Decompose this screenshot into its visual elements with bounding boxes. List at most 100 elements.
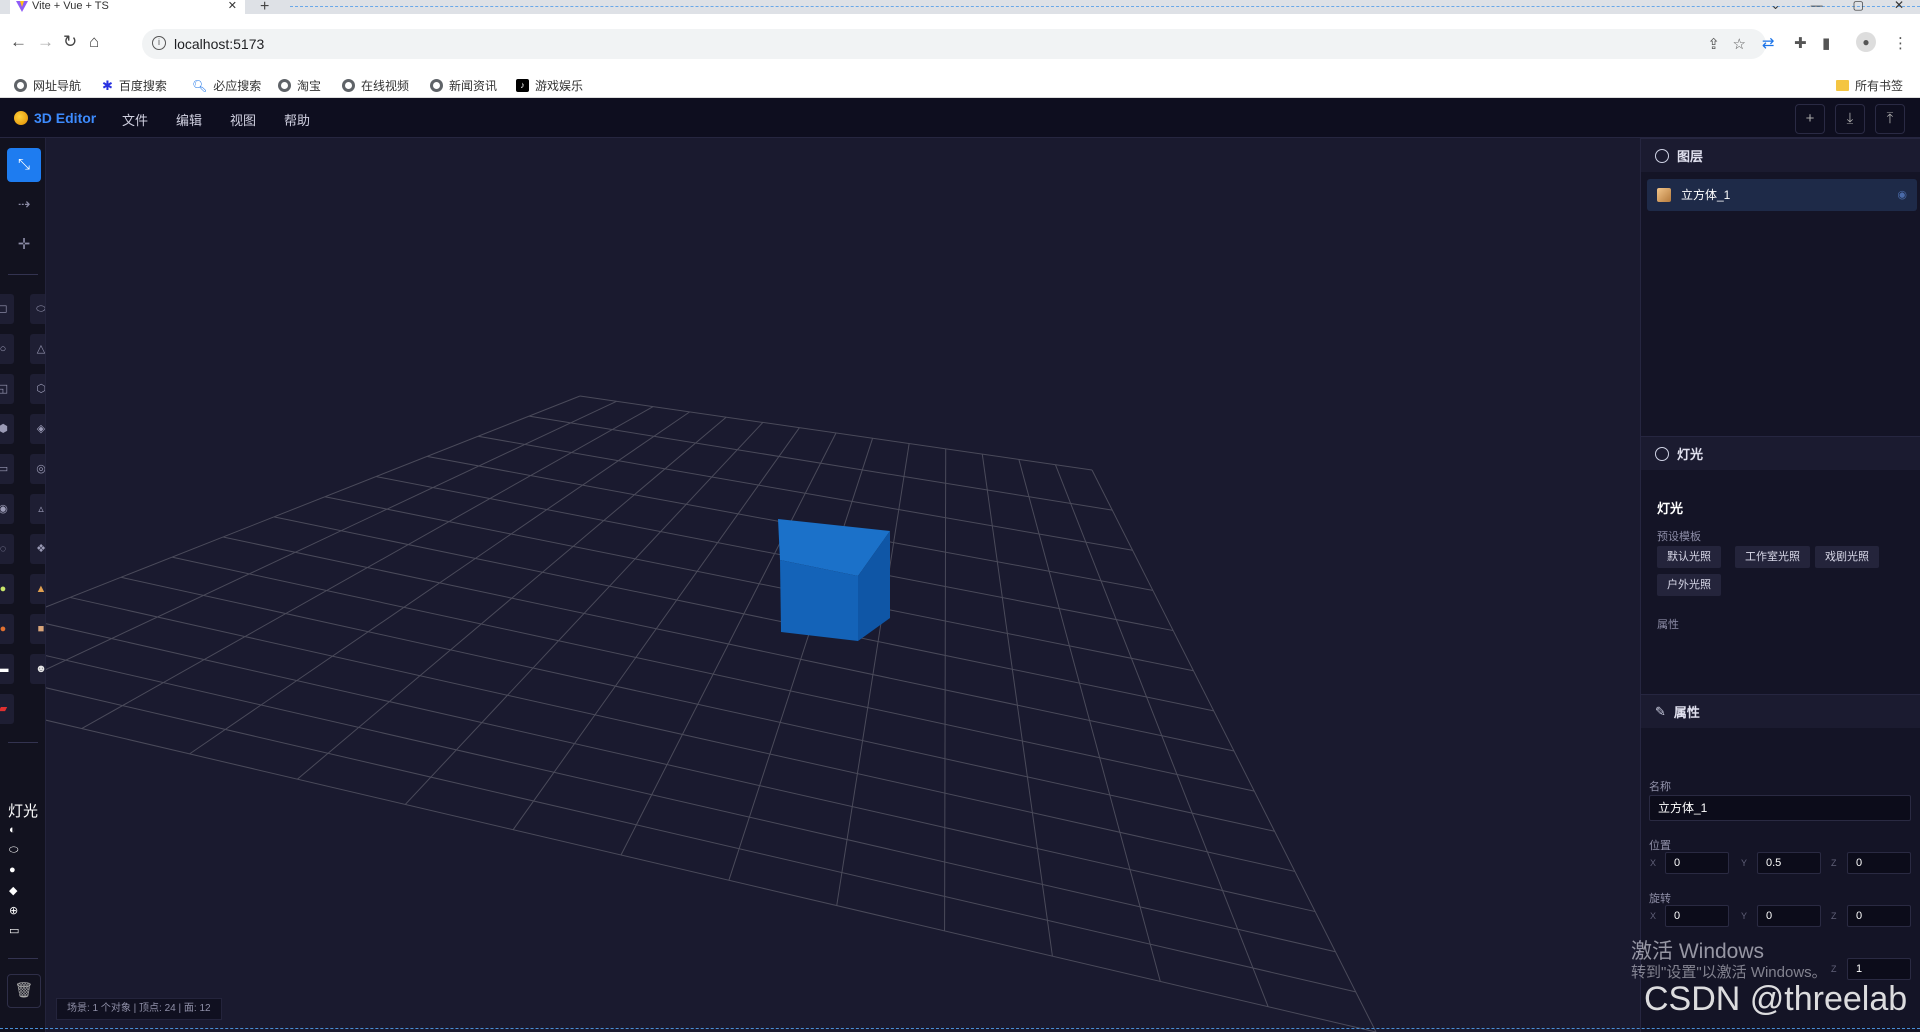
tab-title: Vite + Vue + TS [32,0,109,12]
scene-canvas[interactable] [46,138,1640,1032]
tetrahedron-geometry-icon[interactable]: ▵ [30,494,45,524]
bookmark-item[interactable]: 网址导航 [14,77,81,94]
model-5-icon[interactable]: ▬ [0,654,14,684]
activate-windows-hint: 转到"设置"以激活 Windows。 [1631,964,1827,981]
name-field[interactable]: 立方体_1 [1649,795,1911,821]
visibility-eye-icon[interactable]: ◉ [1897,179,1907,211]
model-1-icon[interactable]: ● [0,574,14,604]
point-light-icon[interactable]: ● [9,864,16,876]
cone-geometry-icon[interactable]: △ [30,334,45,364]
csdn-watermark: CSDN @threelab [1644,980,1908,1018]
info-icon[interactable]: i [152,36,166,50]
preset-studio-button[interactable]: 工作室光照 [1735,546,1810,568]
bookmark-item[interactable]: ✱ 百度搜索 [102,77,167,94]
layer-item[interactable]: 立方体_1 ◉ [1647,179,1917,211]
bookmark-item[interactable]: 淘宝 [278,77,321,94]
menu-file[interactable]: 文件 [122,110,148,129]
browser-tab[interactable]: Vite + Vue + TS ✕ [10,0,245,14]
grid-line [222,536,1235,752]
bookmark-star-icon[interactable]: ☆ [1733,35,1746,53]
select-tool-icon[interactable]: ⤡ [7,148,41,182]
menu-kebab-icon[interactable]: ⋮ [1893,34,1908,52]
grid-line [1091,469,1377,1032]
bookmark-item[interactable]: 新闻资讯 [430,77,497,94]
sphere-geometry-icon[interactable]: ○ [0,334,14,364]
position-y-field[interactable]: 0.5 [1757,852,1821,874]
grid-line [981,454,1053,957]
scale-tool-icon[interactable]: ✛ [7,228,41,262]
octahedron-geometry-icon[interactable]: ◈ [30,414,45,444]
model-6-icon[interactable]: ☻ [30,654,45,684]
bookmark-item[interactable]: 在线视频 [342,77,409,94]
preset-outdoor-button[interactable]: 户外光照 [1657,574,1721,596]
preset-dramatic-button[interactable]: 戏剧光照 [1815,546,1879,568]
profile-avatar-icon[interactable]: ● [1856,32,1876,52]
share-icon[interactable]: ⇪ [1707,35,1720,53]
chevron-down-icon[interactable]: ⌄ [1771,0,1781,14]
box-geometry-icon[interactable]: ◻ [0,294,14,324]
forward-icon[interactable]: → [37,32,54,52]
baidu-paw-icon: ✱ [102,77,113,93]
model-3-icon[interactable]: ● [0,614,14,644]
upload-icon[interactable]: ⤒ [1875,104,1905,134]
position-z-field[interactable]: 0 [1847,852,1911,874]
app-brand: 3D Editor [14,110,96,126]
all-bookmarks[interactable]: 所有书签 [1836,77,1903,94]
hexagon-geometry-icon[interactable]: ⬡ [30,374,45,404]
rotation-x-field[interactable]: 0 [1665,905,1729,927]
axis-z-label: Z [1831,911,1837,921]
toolbar-divider [8,742,38,743]
address-bar[interactable]: i localhost:5173 ⇪ ☆ [142,29,1766,59]
bookmark-item[interactable]: ♪ 游戏娱乐 [516,77,583,94]
car-model-icon[interactable]: ▰ [0,694,14,724]
capsule-geometry-icon[interactable]: ⬭ [30,294,45,324]
spot-light-icon[interactable]: ◆ [9,884,17,897]
position-x-field[interactable]: 0 [1665,852,1729,874]
add-icon[interactable]: + [1795,104,1825,134]
knot-geometry-icon[interactable]: ❖ [30,534,45,564]
reload-icon[interactable]: ↻ [63,32,77,52]
rotation-y-field[interactable]: 0 [1757,905,1821,927]
circle-geometry-icon[interactable]: ◉ [0,494,14,524]
rectangle-geometry-icon[interactable]: ▭ [0,454,14,484]
preset-default-button[interactable]: 默认光照 [1657,546,1721,568]
delete-icon[interactable]: 🗑︎ [7,974,41,1008]
side-panel-icon[interactable]: ▮ [1822,34,1830,52]
menu-view[interactable]: 视图 [230,110,256,129]
bookmark-item[interactable]: 🔍︎ 必应搜索 [192,77,261,94]
menu-help[interactable]: 帮助 [284,110,310,129]
globe-icon [278,79,291,92]
scale-z-field[interactable]: 1 [1847,958,1911,980]
bottom-dashed-border [0,1028,1920,1029]
sync-extension-icon[interactable]: ⇄ [1762,34,1775,52]
extensions-icon[interactable]: ✚ [1794,34,1807,52]
maximize-icon[interactable]: ▢ [1853,0,1864,14]
menu-edit[interactable]: 编辑 [176,110,202,129]
tab-strip-divider [290,6,1920,7]
move-tool-icon[interactable]: ⇢ [7,188,41,222]
model-4-icon[interactable]: ■ [30,614,45,644]
back-icon[interactable]: ← [10,32,27,52]
axis-y-label: Y [1741,858,1748,868]
grid-line [69,596,1295,872]
ring-geometry-icon[interactable]: ◌ [0,534,14,564]
hemisphere-light-icon[interactable]: ⬭ [9,844,18,857]
ambient-light-icon[interactable]: ◐ [9,824,16,836]
rotation-z-field[interactable]: 0 [1847,905,1911,927]
globe-icon [342,79,355,92]
close-window-icon[interactable]: ✕ [1894,0,1904,14]
3d-viewport[interactable]: 场景: 1 个对象 | 顶点: 24 | 面: 12 [46,138,1640,1032]
minimize-icon[interactable]: — [1811,0,1823,14]
plane-geometry-icon[interactable]: ◱ [0,374,14,404]
cube-mesh[interactable] [778,519,890,641]
dodecahedron-geometry-icon[interactable]: ⬢ [0,414,14,444]
browser-toolbar: ← → ↻ ⌂ i localhost:5173 ⇪ ☆ ⇄ ✚ ▮ ● ⋮ [0,14,1920,72]
download-icon[interactable]: ⤓ [1835,104,1865,134]
home-icon[interactable]: ⌂ [89,32,99,52]
model-2-icon[interactable]: ▲ [30,574,45,604]
rect-area-light-icon[interactable]: ▭ [9,924,19,937]
tiktok-icon: ♪ [516,79,529,92]
torus-geometry-icon[interactable]: ◎ [30,454,45,484]
directional-light-icon[interactable]: ⊕ [9,904,18,917]
tab-close-icon[interactable]: ✕ [228,0,237,12]
